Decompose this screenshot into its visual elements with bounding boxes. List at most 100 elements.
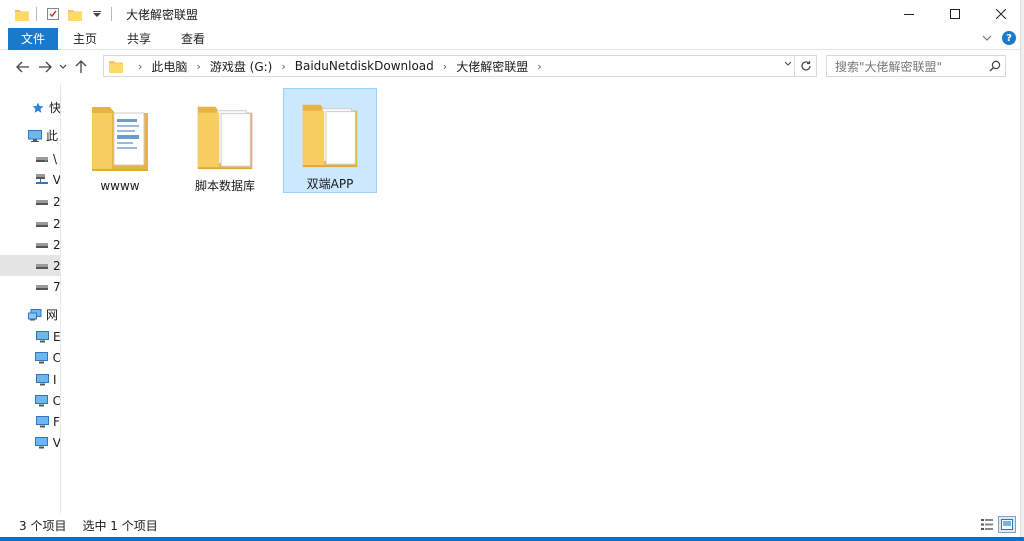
nav-quick-access[interactable]: 快 (0, 97, 60, 118)
monitor-icon (35, 415, 49, 428)
folder-icon (302, 104, 358, 168)
nav-network-pc[interactable]: C (0, 347, 61, 368)
maximize-button[interactable] (932, 0, 978, 28)
nav-item-label: V (52, 172, 61, 187)
drive-icon (35, 281, 49, 293)
nav-network-pc[interactable]: V (0, 432, 61, 453)
file-list[interactable]: wwww 脚本数据库 双端APP (62, 83, 1020, 513)
selection-count: 选中 1 个项目 (82, 518, 158, 533)
large-icons-view-icon[interactable] (998, 516, 1016, 533)
nav-drive[interactable]: 2 (0, 191, 61, 212)
folder-item[interactable]: 脚本数据库 (178, 90, 272, 195)
nav-drive[interactable]: 2 (0, 213, 61, 234)
search-icon[interactable] (985, 60, 1005, 72)
breadcrumb-separator[interactable]: › (131, 60, 149, 73)
nav-item-label: C (52, 350, 61, 365)
title-bar: 大佬解密联盟 (0, 0, 1024, 28)
nav-item-label: 此 (46, 129, 59, 143)
toolbar-divider (36, 7, 37, 21)
close-button[interactable] (978, 0, 1024, 28)
monitor-icon (35, 330, 49, 343)
nav-network-pc[interactable]: E (0, 326, 61, 347)
drive-icon (35, 153, 49, 165)
nav-item-label: 2 (53, 216, 61, 231)
tab-home[interactable]: 主页 (58, 28, 112, 50)
minimize-button[interactable] (886, 0, 932, 28)
folder-name: 脚本数据库 (194, 179, 255, 193)
search-box[interactable]: 搜索"大佬解密联盟" (826, 55, 1006, 77)
star-icon (31, 102, 45, 114)
ribbon-tabs: 文件 主页 共享 查看 ? (0, 27, 1024, 50)
quick-access-toolbar (0, 0, 120, 28)
navigation-pane[interactable]: 快 此 \ V 2 2 2 2 7 网 E C I C F V (0, 83, 61, 513)
nav-drive[interactable]: 7 (0, 276, 60, 297)
view-switcher (976, 516, 1016, 533)
up-button[interactable] (70, 55, 92, 79)
nav-item-label: \ (53, 151, 58, 166)
nav-this-pc[interactable]: 此 (0, 125, 60, 146)
nav-item-label: E (53, 329, 61, 344)
breadcrumb-current[interactable]: 大佬解密联盟 (454, 58, 530, 75)
nav-item-label: V (52, 435, 61, 450)
nav-drive[interactable]: 2 (0, 234, 61, 255)
breadcrumb-this-pc[interactable]: 此电脑 (149, 58, 189, 75)
search-input[interactable]: 搜索"大佬解密联盟" (835, 58, 985, 75)
tab-view[interactable]: 查看 (166, 28, 220, 50)
nav-item-label: 2 (53, 194, 61, 209)
network-drive-icon (35, 174, 49, 186)
tab-file[interactable]: 文件 (8, 27, 59, 50)
nav-network-drive[interactable]: V (0, 169, 61, 190)
properties-icon[interactable] (45, 6, 61, 22)
monitor-icon (35, 394, 49, 407)
window-controls (886, 0, 1024, 28)
address-history-icon[interactable] (784, 59, 792, 70)
breadcrumb-separator[interactable]: › (189, 60, 207, 73)
toolbar-divider (111, 7, 112, 21)
nav-drive[interactable]: \ (0, 148, 60, 169)
ribbon-right: ? (982, 31, 1016, 45)
back-button[interactable] (12, 55, 34, 79)
chevron-down-icon[interactable] (982, 31, 992, 45)
tab-share[interactable]: 共享 (112, 28, 166, 50)
new-folder-icon[interactable] (67, 6, 83, 22)
address-bar[interactable]: › 此电脑 › 游戏盘 (G:) › BaiduNetdiskDownload … (103, 55, 817, 77)
folder-item[interactable]: wwww (73, 90, 167, 195)
folder-icon (197, 106, 253, 170)
nav-drive-selected[interactable]: 2 (0, 255, 60, 276)
recent-locations-button[interactable] (56, 55, 70, 79)
window-edge (1020, 0, 1024, 541)
nav-network-pc[interactable]: C (0, 390, 61, 411)
folder-icon (109, 60, 123, 73)
breadcrumb-download[interactable]: BaiduNetdiskDownload (293, 59, 436, 73)
details-view-icon[interactable] (978, 516, 996, 533)
breadcrumb-drive[interactable]: 游戏盘 (G:) (208, 58, 275, 75)
computer-icon (28, 129, 42, 142)
forward-button[interactable] (34, 55, 56, 79)
breadcrumb-separator[interactable]: › (530, 60, 548, 73)
refresh-button[interactable] (794, 56, 816, 76)
nav-network-pc[interactable]: I (0, 369, 60, 390)
customize-toolbar-icon[interactable] (89, 6, 105, 22)
nav-network-pc[interactable]: F (0, 411, 60, 432)
drive-icon (35, 239, 49, 251)
monitor-icon (35, 351, 49, 364)
folder-icon (14, 6, 30, 22)
help-icon[interactable]: ? (1002, 31, 1016, 45)
taskbar-edge (0, 537, 1024, 541)
nav-item-label: 网 (46, 308, 59, 322)
navigation-bar: › 此电脑 › 游戏盘 (G:) › BaiduNetdiskDownload … (0, 51, 1024, 83)
drive-icon (35, 218, 49, 230)
folder-name: 双端APP (306, 177, 354, 191)
breadcrumb-separator[interactable]: › (436, 60, 454, 73)
breadcrumb-separator[interactable]: › (274, 60, 292, 73)
drive-icon (35, 260, 49, 272)
nav-item-label: C (52, 393, 61, 408)
explorer-window: 大佬解密联盟 文件 主页 共享 查看 ? › 此电脑 › 游戏盘 (G:) › … (0, 0, 1024, 541)
nav-network[interactable]: 网 (0, 304, 60, 325)
nav-item-label: F (53, 414, 60, 429)
item-count: 3 个项目 (19, 518, 67, 533)
status-bar: 3 个项目 选中 1 个项目 (0, 513, 1020, 537)
folder-item-selected[interactable]: 双端APP (283, 88, 377, 193)
drive-icon (35, 196, 49, 208)
nav-item-label: 2 (53, 237, 61, 252)
